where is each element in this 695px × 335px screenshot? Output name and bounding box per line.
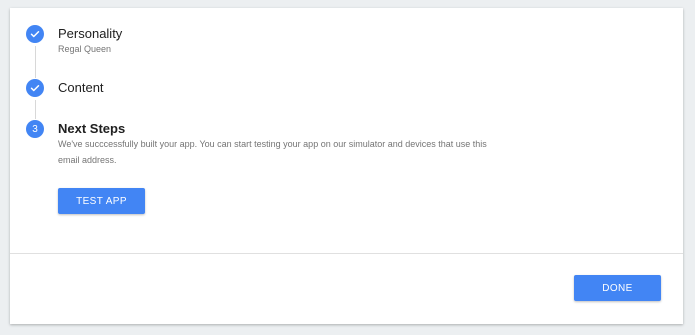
step-subtitle: Regal Queen xyxy=(58,44,112,54)
step-connector xyxy=(35,46,36,78)
step-complete-badge xyxy=(26,79,44,97)
test-app-button[interactable]: TEST APP xyxy=(58,188,145,214)
step-complete-badge xyxy=(26,25,44,43)
step-description: We've succcessfully built your app. You … xyxy=(58,139,487,165)
done-button[interactable]: DONE xyxy=(574,275,661,301)
step-connector xyxy=(35,100,36,119)
check-icon xyxy=(30,31,40,38)
check-icon xyxy=(30,85,40,92)
footer-divider xyxy=(10,253,683,254)
step-title-content: Content xyxy=(58,80,104,95)
step-number-badge: 3 xyxy=(26,120,44,138)
stepper-card: Personality Regal Queen Content 3 Next S… xyxy=(10,8,683,324)
step-title-personality: Personality xyxy=(58,26,123,41)
step-title-next-steps: Next Steps xyxy=(58,121,126,136)
